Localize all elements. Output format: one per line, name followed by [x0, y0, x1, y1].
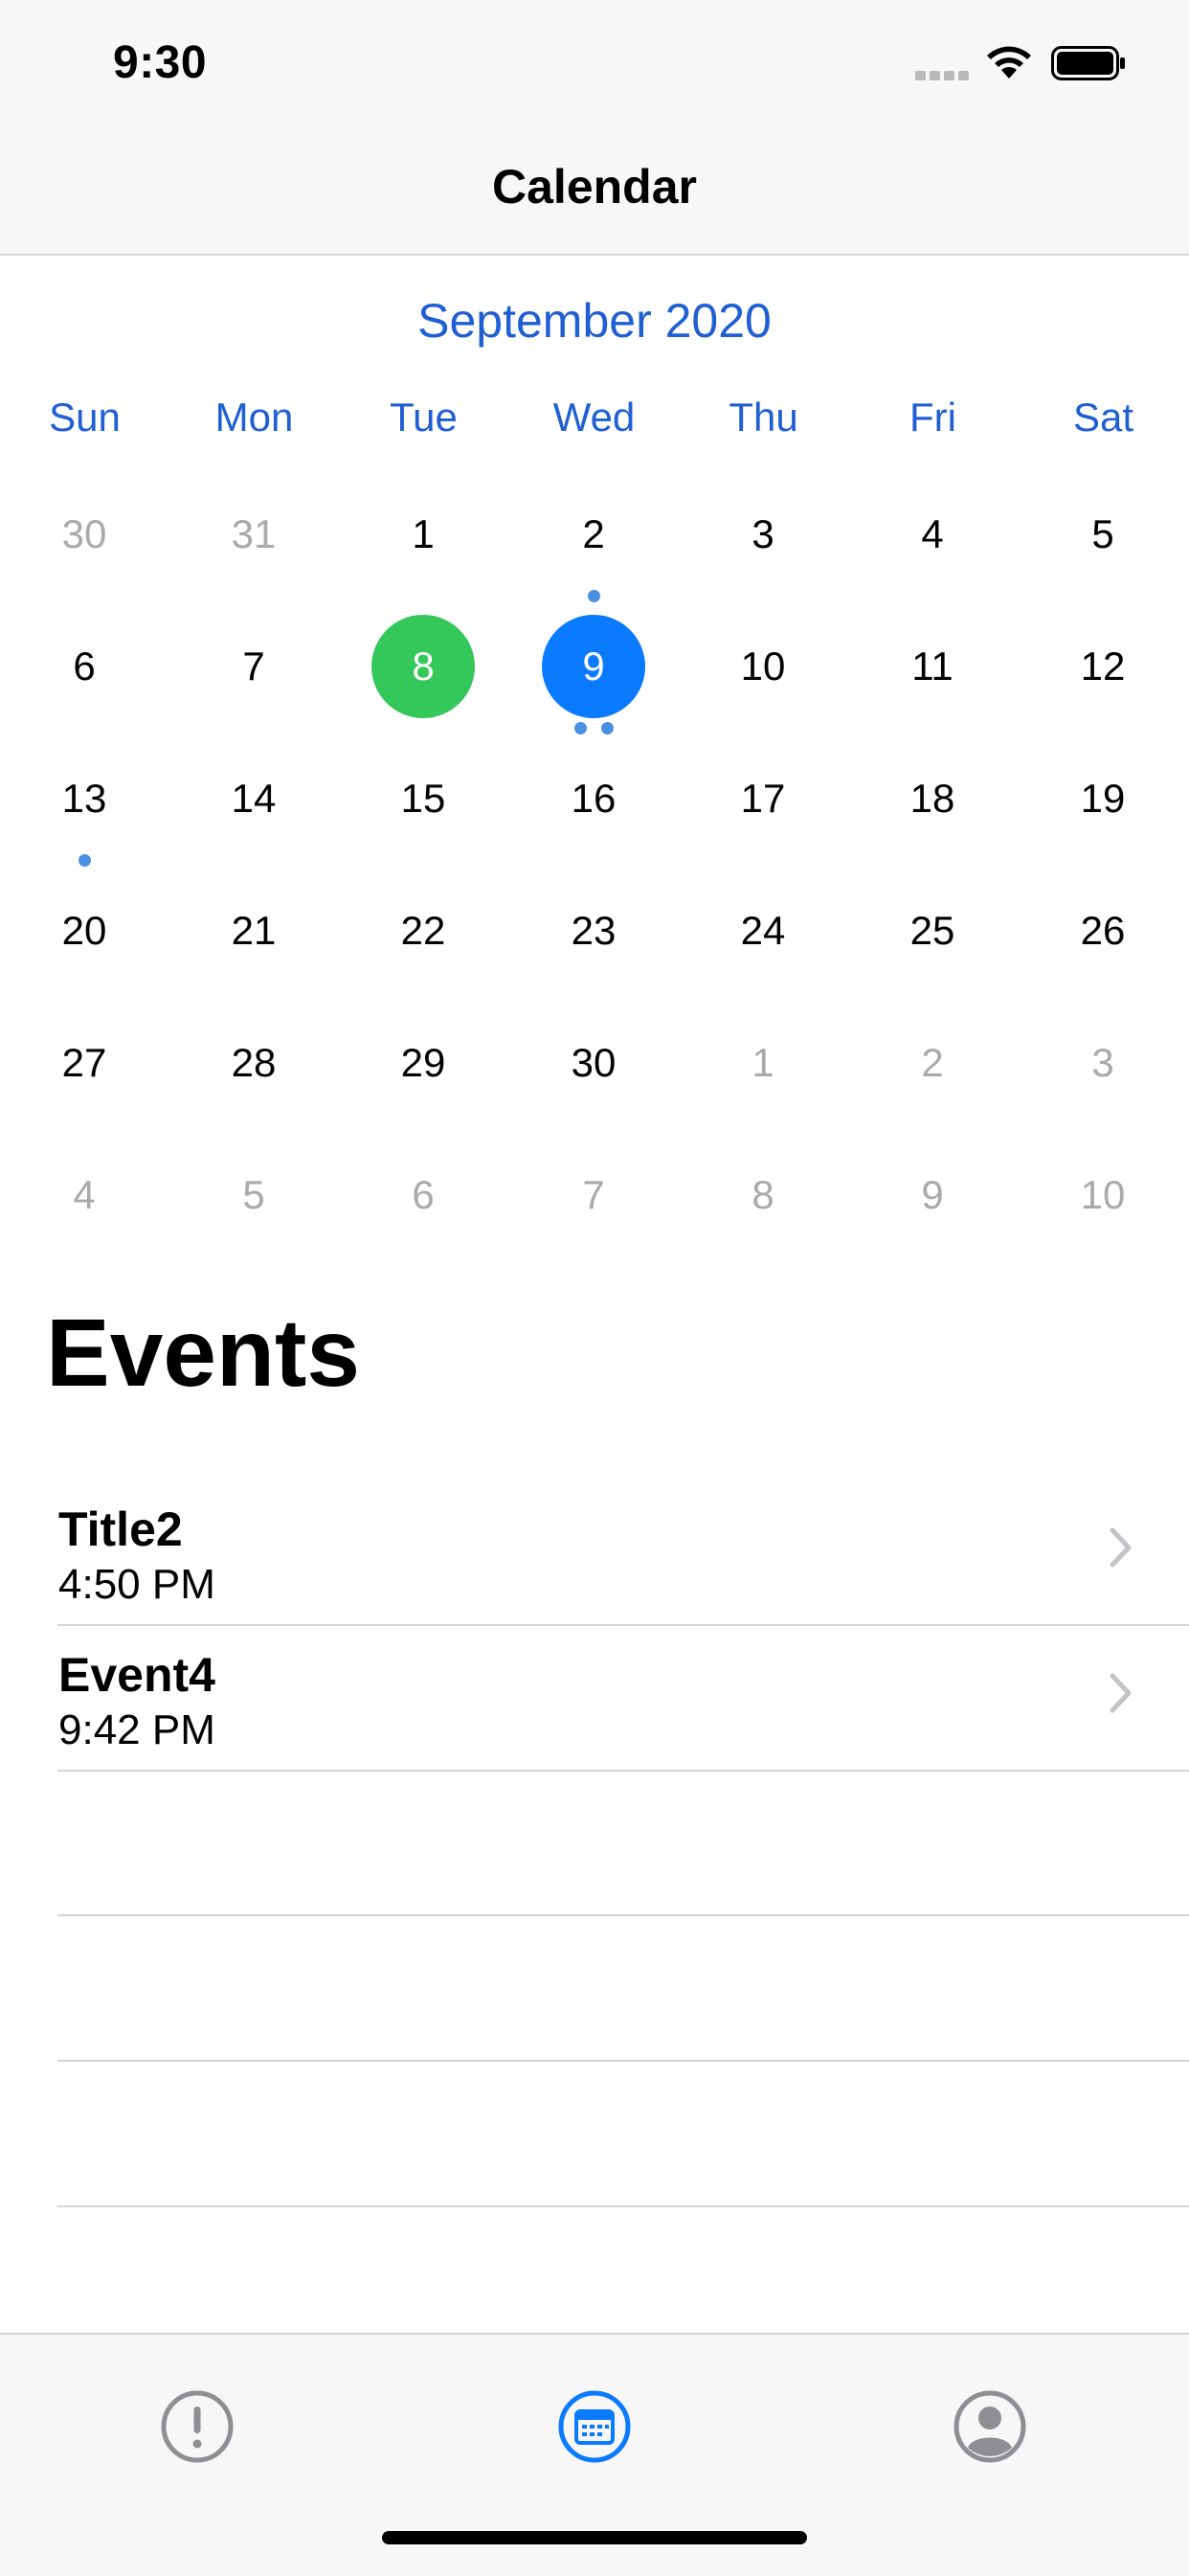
weekday-label: Thu — [729, 395, 798, 440]
calendar-day[interactable]: 24 — [710, 878, 816, 983]
calendar-day-today[interactable]: 9 — [542, 615, 645, 718]
event-dot — [78, 853, 91, 867]
calendar-day[interactable]: 27 — [32, 1010, 137, 1116]
event-title: Title2 — [58, 1503, 183, 1556]
calendar-day[interactable]: 3 — [710, 482, 816, 587]
nav-title: Calendar — [492, 160, 697, 214]
calendar-day[interactable]: 28 — [201, 1010, 306, 1116]
event-dot — [573, 721, 587, 734]
calendar-day[interactable]: 15 — [370, 746, 476, 851]
calendar-day[interactable]: 1 — [370, 482, 476, 587]
event-time: 9:42 PM — [58, 1706, 215, 1753]
cellular-signal-icon — [915, 56, 973, 80]
person-circle-icon[interactable] — [952, 2388, 1028, 2465]
event-row[interactable]: Event4 9:42 PM — [57, 1624, 1189, 1772]
exclamation-circle-icon[interactable] — [159, 2388, 236, 2465]
home-indicator — [382, 2531, 807, 2544]
chevron-right-icon — [1110, 1673, 1132, 1713]
calendar-grid: 30 31 1 2 3 4 5 6 7 8 9 10 11 12 13 14 15 16 17 18 19 20 21 22 2… — [0, 469, 1189, 1264]
calendar-day-selected[interactable]: 8 — [371, 615, 475, 718]
chevron-right-icon — [1110, 1527, 1132, 1568]
weekday-label: Sun — [49, 395, 121, 440]
top-bar: 9:30 Calendar — [0, 0, 1189, 256]
calendar-day[interactable]: 6 — [32, 614, 137, 719]
wifi-icon — [987, 46, 1031, 79]
calendar-day[interactable]: 17 — [710, 746, 816, 851]
calendar-day[interactable]: 23 — [541, 878, 646, 983]
calendar-day[interactable]: 4 — [880, 482, 985, 587]
weekday-header: Sun Mon Tue Wed Thu Fri Sat — [0, 395, 1189, 452]
calendar-day[interactable]: 7 — [201, 614, 306, 719]
calendar-day[interactable]: 30 — [32, 482, 137, 587]
calendar-day[interactable]: 10 — [710, 614, 816, 719]
calendar-day[interactable]: 4 — [32, 1142, 137, 1248]
calendar-day[interactable]: 10 — [1050, 1142, 1155, 1248]
status-time: 9:30 — [113, 37, 208, 88]
calendar-day[interactable]: 2 — [880, 1010, 985, 1116]
calendar-day[interactable]: 19 — [1050, 746, 1155, 851]
empty-row-divider — [57, 2060, 1189, 2062]
calendar-day[interactable]: 9 — [880, 1142, 985, 1248]
calendar-day[interactable]: 20 — [32, 878, 137, 983]
empty-row-divider — [57, 1914, 1189, 1916]
calendar-day[interactable]: 7 — [541, 1142, 646, 1248]
weekday-label: Tue — [390, 395, 458, 440]
weekday-label: Mon — [214, 395, 294, 440]
calendar-day[interactable]: 2 — [541, 482, 646, 587]
event-dot — [587, 589, 600, 602]
weekday-label: Sat — [1072, 395, 1134, 440]
calendar-day[interactable]: 31 — [201, 482, 306, 587]
calendar-day[interactable]: 11 — [880, 614, 985, 719]
event-title: Event4 — [58, 1648, 215, 1702]
calendar-icon[interactable] — [556, 2388, 633, 2465]
calendar-day[interactable]: 12 — [1050, 614, 1155, 719]
calendar-day[interactable]: 30 — [541, 1010, 646, 1116]
empty-row-divider — [57, 2205, 1189, 2207]
calendar-day[interactable]: 8 — [710, 1142, 816, 1248]
calendar-day[interactable]: 5 — [201, 1142, 306, 1248]
calendar-day[interactable]: 14 — [201, 746, 306, 851]
calendar-day[interactable]: 21 — [201, 878, 306, 983]
event-time: 4:50 PM — [58, 1561, 215, 1608]
calendar-day[interactable]: 16 — [541, 746, 646, 851]
calendar-day[interactable]: 18 — [880, 746, 985, 851]
weekday-label: Fri — [909, 395, 956, 440]
calendar-day[interactable]: 5 — [1050, 482, 1155, 587]
weekday-label: Wed — [552, 395, 636, 440]
month-label: September 2020 — [417, 294, 772, 348]
events-heading: Events — [46, 1299, 360, 1407]
calendar-day[interactable]: 29 — [370, 1010, 476, 1116]
event-dot — [600, 721, 614, 734]
calendar-day[interactable]: 3 — [1050, 1010, 1155, 1116]
battery-icon — [1051, 46, 1125, 80]
calendar-day[interactable]: 25 — [880, 878, 985, 983]
calendar-day[interactable]: 26 — [1050, 878, 1155, 983]
calendar-day[interactable]: 13 — [32, 746, 137, 851]
event-row[interactable]: Title2 4:50 PM — [57, 1479, 1189, 1626]
calendar-day[interactable]: 22 — [370, 878, 476, 983]
calendar-day[interactable]: 1 — [710, 1010, 816, 1116]
calendar-day[interactable]: 6 — [370, 1142, 476, 1248]
